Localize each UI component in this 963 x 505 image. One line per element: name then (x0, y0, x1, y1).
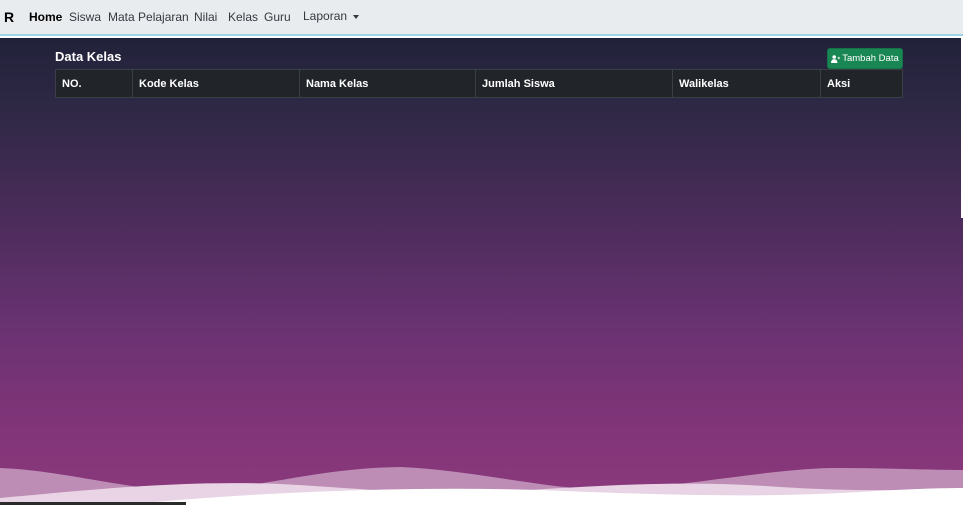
data-table-header: NO. Kode Kelas Nama Kelas Jumlah Siswa W… (55, 69, 903, 98)
nav-dropdown-laporan[interactable]: Laporan (303, 9, 360, 23)
user-plus-icon (831, 54, 841, 63)
add-data-label: Tambah Data (842, 53, 899, 64)
column-header-walikelas: Walikelas (673, 70, 821, 97)
nav-item-kelas[interactable]: Kelas (228, 10, 258, 24)
nav-dropdown-label: Laporan (303, 9, 348, 23)
nav-item-mata-pelajaran[interactable]: Mata Pelajaran (108, 10, 189, 24)
nav-item-siswa[interactable]: Siswa (69, 10, 101, 24)
column-header-kode-kelas: Kode Kelas (133, 70, 300, 97)
caret-down-icon (353, 14, 360, 19)
nav-item-home[interactable]: Home (29, 10, 62, 24)
navbar: R Home Siswa Mata Pelajaran Nilai Kelas … (0, 0, 963, 36)
decorative-waves (0, 467, 963, 505)
nav-item-nilai[interactable]: Nilai (194, 10, 217, 24)
column-header-no: NO. (56, 70, 133, 97)
brand-logo[interactable]: R (4, 9, 14, 25)
page-title: Data Kelas (55, 49, 122, 64)
add-data-button[interactable]: Tambah Data (827, 48, 903, 69)
column-header-nama-kelas: Nama Kelas (300, 70, 476, 97)
column-header-aksi: Aksi (827, 77, 851, 90)
column-header-jumlah-siswa: Jumlah Siswa (476, 70, 673, 97)
page-background (0, 38, 963, 505)
nav-item-guru[interactable]: Guru (264, 10, 291, 24)
